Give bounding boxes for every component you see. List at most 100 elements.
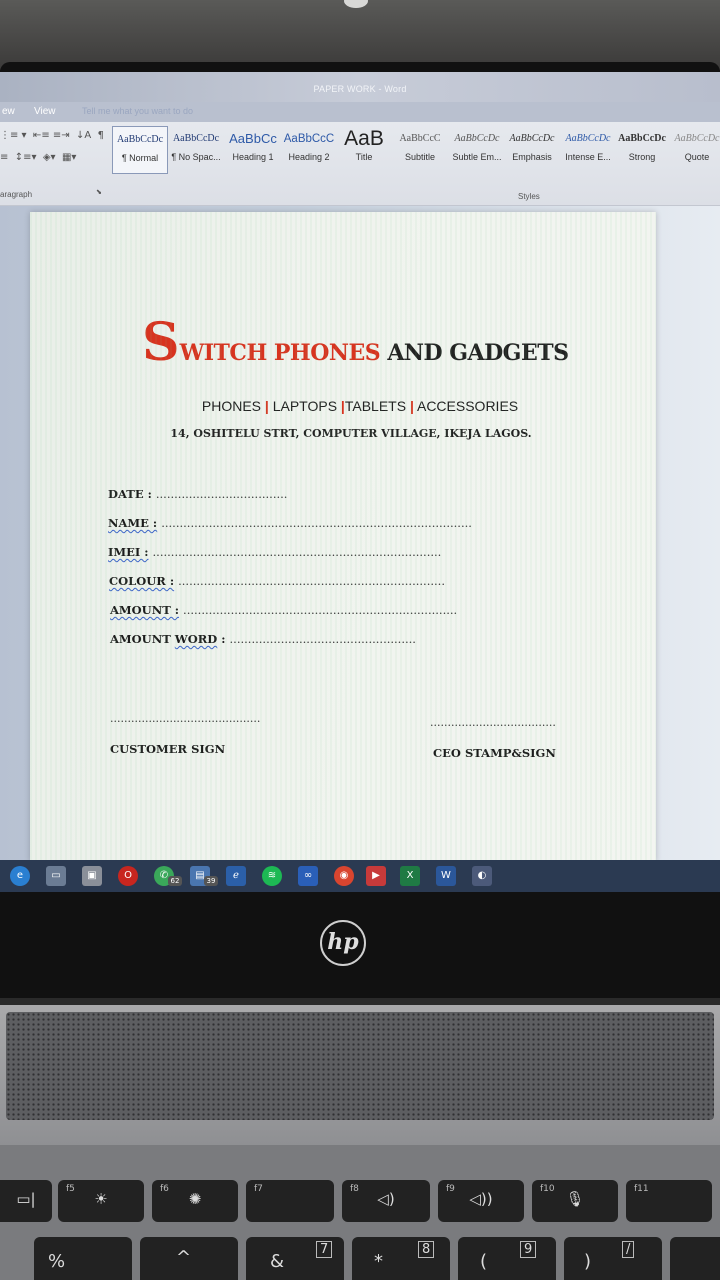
webcam xyxy=(344,0,368,8)
amount-word-colon: : xyxy=(217,632,226,646)
name-blank: ........................................… xyxy=(161,516,472,530)
amount-label: AMOUNT : xyxy=(110,603,180,617)
style-title[interactable]: AaB Title xyxy=(340,126,388,174)
whatsapp-badge: 62 xyxy=(168,876,182,886)
folder-badge: 39 xyxy=(204,876,218,886)
paragraph-dialog-launcher-icon[interactable]: ⬊ xyxy=(96,188,102,196)
word-icon[interactable]: W xyxy=(436,866,456,886)
menu-tab-view[interactable]: View xyxy=(34,106,56,117)
key-6[interactable]: ^ xyxy=(140,1237,238,1280)
category-accessories: ACCESSORIES xyxy=(416,398,519,414)
key-f9[interactable]: f9 ◁)) xyxy=(438,1180,524,1222)
mic-mute-icon: 🎙 xyxy=(565,1190,585,1208)
name-field: NAME : .................................… xyxy=(108,516,472,530)
hp-logo: hp xyxy=(320,920,366,966)
keyboard: ▭| f5 ☀ f6 ✺ f7 f8 ◁) f9 ◁)) f10 🎙 f11 %… xyxy=(0,1145,720,1280)
volume-up-icon: ◁)) xyxy=(469,1190,493,1208)
date-field: DATE : .................................… xyxy=(108,487,287,501)
category-laptops: LAPTOPS xyxy=(272,398,338,414)
imei-label: IMEI : xyxy=(108,545,149,559)
styles-gallery: AaBbCcDc ¶ Normal AaBbCcDc ¶ No Spac... … xyxy=(112,126,720,176)
customer-sign-label: CUSTOMER SIGN xyxy=(110,742,226,756)
speaker-grill xyxy=(6,1012,714,1120)
tell-me-search[interactable]: Tell me what you want to do xyxy=(82,106,193,116)
paragraph-tools: ⋮≡ ▾ ⇤≡ ≡⇥ ↓A ¶ ≡ ↕≡▾ ◈▾ ▦▾ xyxy=(0,128,110,188)
key-f10[interactable]: f10 🎙 xyxy=(532,1180,618,1222)
ribbon: ⋮≡ ▾ ⇤≡ ≡⇥ ↓A ¶ ≡ ↕≡▾ ◈▾ ▦▾ aragraph ⬊ A… xyxy=(0,122,720,206)
spacing-shading-buttons[interactable]: ≡ ↕≡▾ ◈▾ ▦▾ xyxy=(0,152,76,168)
spotify-icon[interactable]: ≋ xyxy=(262,866,282,886)
chrome-icon[interactable]: ◉ xyxy=(334,866,354,886)
edge-icon[interactable]: e xyxy=(10,866,30,886)
brightness-down-icon: ☀ xyxy=(94,1190,108,1208)
key-minus[interactable] xyxy=(670,1237,720,1280)
style-intense-emphasis[interactable]: AaBbCcDc Intense E... xyxy=(562,126,614,174)
key-9[interactable]: ( 9 xyxy=(458,1237,556,1280)
key-0[interactable]: ) / xyxy=(564,1237,662,1280)
product-categories: PHONES | LAPTOPS |TABLETS | ACCESSORIES xyxy=(170,398,550,414)
menu-bar: ew View Tell me what you want to do xyxy=(0,102,720,122)
amount-word-blank: ........................................… xyxy=(229,632,416,646)
imei-field: IMEI : .................................… xyxy=(108,545,441,559)
task-view-icon[interactable]: ▭ xyxy=(46,866,66,886)
imei-blank: ........................................… xyxy=(152,545,442,559)
date-blank: .................................... xyxy=(155,487,288,501)
menu-tab-review[interactable]: ew xyxy=(2,106,15,117)
key-f7[interactable]: f7 xyxy=(246,1180,334,1222)
style-heading-1[interactable]: AaBbCc Heading 1 xyxy=(226,126,280,174)
key-f6[interactable]: f6 ✺ xyxy=(152,1180,238,1222)
ceo-sign-label: CEO STAMP&SIGN xyxy=(433,746,556,760)
category-separator: | xyxy=(409,398,414,414)
amount-blank: ........................................… xyxy=(183,603,458,617)
internet-explorer-icon[interactable]: ℯ xyxy=(226,866,246,886)
style-quote[interactable]: AaBbCcDc Quote xyxy=(672,126,720,174)
name-label: NAME : xyxy=(108,516,158,530)
photos-icon[interactable]: ▶ xyxy=(366,866,386,886)
key-f11[interactable]: f11 xyxy=(626,1180,712,1222)
excel-icon[interactable]: X xyxy=(400,866,420,886)
app-icon[interactable]: ∞ xyxy=(298,866,318,886)
date-label: DATE : xyxy=(108,487,152,501)
styles-group-label: Styles xyxy=(518,192,540,201)
amount-word-label-1: AMOUNT xyxy=(110,632,171,646)
amount-word-field: AMOUNT WORD : ..........................… xyxy=(110,632,416,646)
laptop-screen: PAPER WORK - Word ew View Tell me what y… xyxy=(0,72,720,892)
colour-blank: ........................................… xyxy=(178,574,445,588)
opera-icon[interactable]: O xyxy=(118,866,138,886)
window-title: PAPER WORK - Word xyxy=(313,84,407,94)
screen-switch-icon: ▭| xyxy=(16,1190,36,1208)
style-strong[interactable]: AaBbCcDc Strong xyxy=(616,126,668,174)
document-canvas: SWITCH PHONES AND GADGETS PHONES | LAPTO… xyxy=(0,206,720,866)
amount-field: AMOUNT : ...............................… xyxy=(110,603,457,617)
brightness-up-icon: ✺ xyxy=(188,1190,202,1208)
document-page[interactable]: SWITCH PHONES AND GADGETS PHONES | LAPTO… xyxy=(30,212,656,862)
company-logo: SWITCH PHONES AND GADGETS xyxy=(142,312,569,373)
style-emphasis[interactable]: AaBbCcDc Emphasis xyxy=(506,126,558,174)
key-f5[interactable]: f5 ☀ xyxy=(58,1180,144,1222)
list-indent-buttons[interactable]: ⋮≡ ▾ ⇤≡ ≡⇥ ↓A ¶ xyxy=(0,130,104,146)
windows-taskbar: e ▭ ▣ O ✆ 62 ▤ 39 ℯ ≋ ∞ ◉ ▶ X W ◐ xyxy=(0,860,720,892)
key-8[interactable]: * 8 xyxy=(352,1237,450,1280)
customer-sign-line: ........................................… xyxy=(110,712,261,725)
paragraph-group-label: aragraph xyxy=(0,190,33,199)
key-5[interactable]: % xyxy=(34,1237,132,1280)
volume-down-icon: ◁) xyxy=(377,1190,395,1208)
style-normal[interactable]: AaBbCcDc ¶ Normal xyxy=(112,126,168,174)
category-tablets: TABLETS xyxy=(344,398,407,414)
store-icon[interactable]: ▣ xyxy=(82,866,102,886)
key-7[interactable]: & 7 xyxy=(246,1237,344,1280)
category-separator: | xyxy=(264,398,269,414)
colour-label: COLOUR : xyxy=(109,574,175,588)
word-titlebar: PAPER WORK - Word xyxy=(0,72,720,106)
style-subtitle[interactable]: AaBbCcC Subtitle xyxy=(394,126,446,174)
style-heading-2[interactable]: AaBbCcC Heading 2 xyxy=(282,126,336,174)
key-f4[interactable]: ▭| xyxy=(0,1180,52,1222)
style-no-spacing[interactable]: AaBbCcDc ¶ No Spac... xyxy=(170,126,222,174)
style-subtle-emphasis[interactable]: AaBbCcDc Subtle Em... xyxy=(450,126,504,174)
colour-field: COLOUR : ...............................… xyxy=(109,574,445,588)
amount-word-label-2: WORD xyxy=(174,632,218,646)
key-f8[interactable]: f8 ◁) xyxy=(342,1180,430,1222)
category-phones: PHONES xyxy=(201,398,261,414)
ceo-sign-line: .................................... xyxy=(430,716,556,729)
misc-app-icon[interactable]: ◐ xyxy=(472,866,492,886)
